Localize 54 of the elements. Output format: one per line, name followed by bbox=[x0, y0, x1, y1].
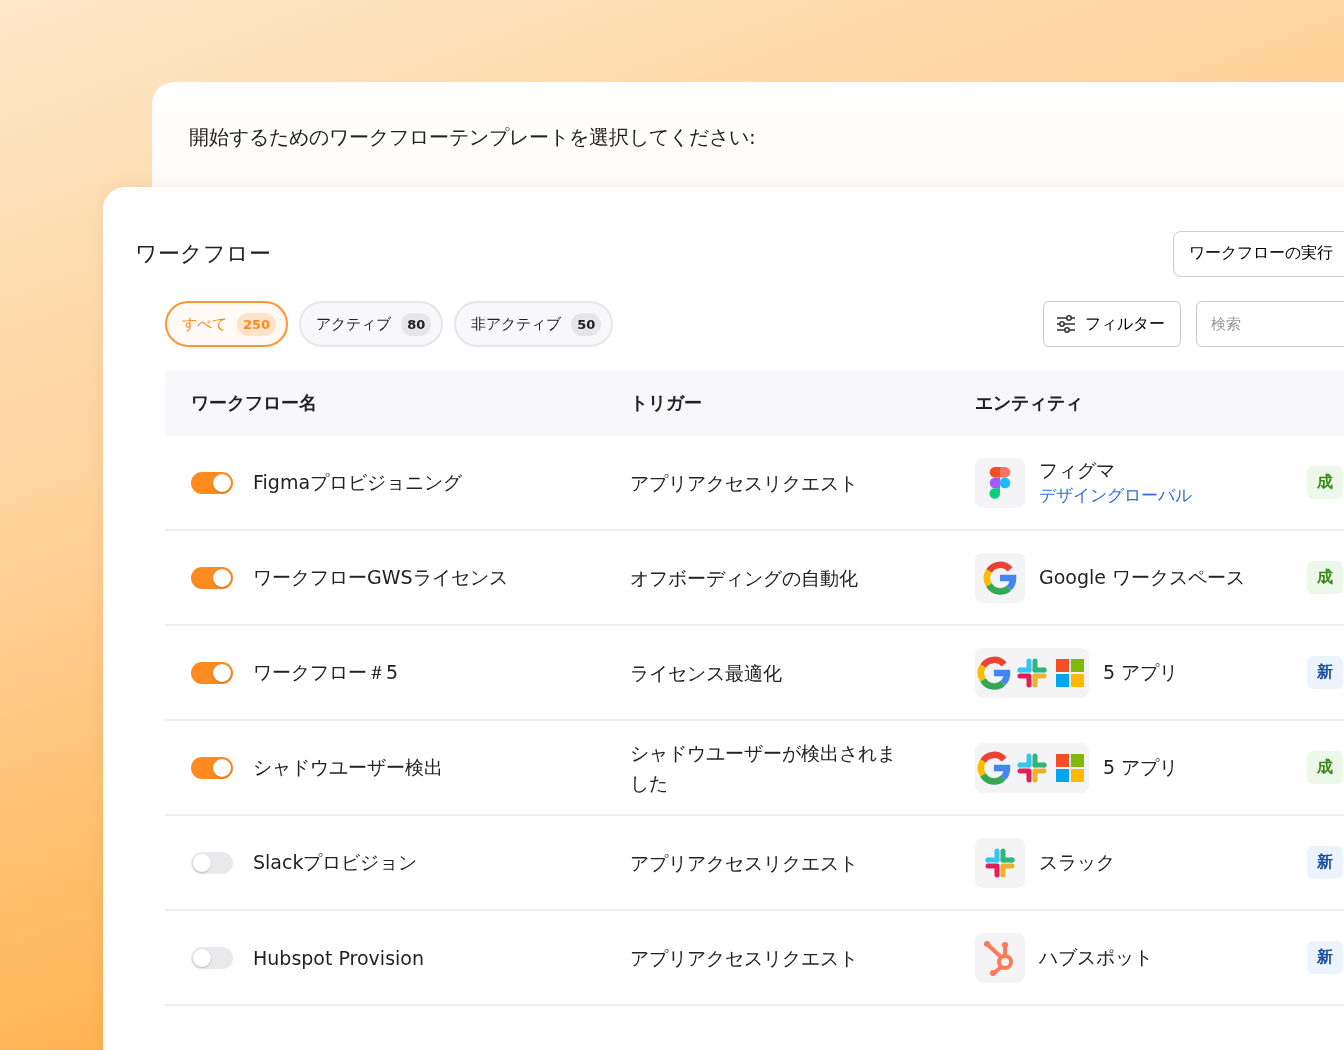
trigger-text: アプリアクセスリクエスト bbox=[630, 470, 859, 496]
workflow-name: ワークフロー＃5 bbox=[253, 659, 399, 685]
status-badge: 新 bbox=[1307, 846, 1343, 879]
count-badge: 250 bbox=[237, 312, 277, 336]
trigger-text: アプリアクセスリクエスト bbox=[630, 850, 859, 876]
trigger-text: シャドウユーザーが検出されました bbox=[630, 740, 897, 796]
trigger-text: ライセンス最適化 bbox=[630, 660, 783, 686]
workflow-name: ワークフローGWSライセンス bbox=[253, 564, 508, 590]
filter-chip[interactable]: 非アクティブ 50 bbox=[454, 301, 614, 347]
filter-button[interactable]: フィルター bbox=[1043, 301, 1181, 347]
status-badge: 新 bbox=[1307, 656, 1343, 689]
google-logo-icon bbox=[977, 750, 1011, 785]
template-prompt: 開始するためのワークフローテンプレートを選択してください: bbox=[188, 124, 757, 151]
toggle-switch[interactable] bbox=[191, 756, 233, 779]
status-badge: 成 bbox=[1307, 466, 1343, 499]
figma-logo-icon bbox=[989, 466, 1011, 499]
slack-logo-icon bbox=[1017, 752, 1047, 783]
page-title: ワークフロー bbox=[135, 239, 271, 268]
slack-logo-icon bbox=[985, 847, 1015, 878]
status-badge: 成 bbox=[1307, 751, 1343, 784]
entity-name: 5 アプリ bbox=[1103, 659, 1179, 685]
toggle-switch[interactable] bbox=[191, 471, 233, 494]
toggle-switch[interactable] bbox=[191, 566, 233, 589]
entity-name: Google ワークスペース bbox=[1039, 564, 1246, 590]
toggle-switch[interactable] bbox=[191, 661, 233, 684]
workflow-name: シャドウユーザー検出 bbox=[253, 754, 443, 780]
toggle-switch[interactable] bbox=[191, 851, 233, 874]
google-logo-icon bbox=[977, 655, 1011, 690]
sliders-icon bbox=[1056, 315, 1076, 333]
status-badge: 新 bbox=[1307, 941, 1343, 974]
slack-logo-icon bbox=[1017, 657, 1047, 688]
windows-logo-icon bbox=[1056, 753, 1084, 782]
search-field[interactable]: 検索 bbox=[1196, 301, 1344, 347]
entity-name: フィグマ bbox=[1039, 458, 1116, 483]
entity-name: ハブスポット bbox=[1039, 944, 1153, 970]
filter-chip[interactable]: アクティブ 80 bbox=[299, 301, 444, 347]
count-badge: 50 bbox=[571, 312, 602, 336]
workflow-name: Figmaプロビジョニング bbox=[253, 469, 463, 495]
google-logo-icon bbox=[983, 560, 1017, 595]
trigger-text: アプリアクセスリクエスト bbox=[630, 945, 859, 971]
history-button[interactable]: ワークフローの実行 bbox=[1173, 230, 1344, 277]
entity-link[interactable]: デザイングローバル bbox=[1039, 484, 1192, 507]
entity-name: スラック bbox=[1039, 849, 1115, 875]
column-header: ワークフロー名 bbox=[191, 391, 317, 415]
entity-name: 5 アプリ bbox=[1103, 754, 1179, 780]
column-header: エンティティ bbox=[975, 391, 1083, 415]
windows-logo-icon bbox=[1056, 658, 1084, 687]
workflow-name: Slackプロビジョン bbox=[253, 849, 418, 875]
count-badge: 80 bbox=[401, 312, 432, 336]
status-badge: 成 bbox=[1307, 561, 1343, 594]
toggle-switch[interactable] bbox=[191, 946, 233, 969]
workflow-name: Hubspot Provision bbox=[253, 946, 424, 969]
column-header: トリガー bbox=[630, 392, 702, 413]
trigger-text: オフボーディングの自動化 bbox=[630, 565, 859, 591]
